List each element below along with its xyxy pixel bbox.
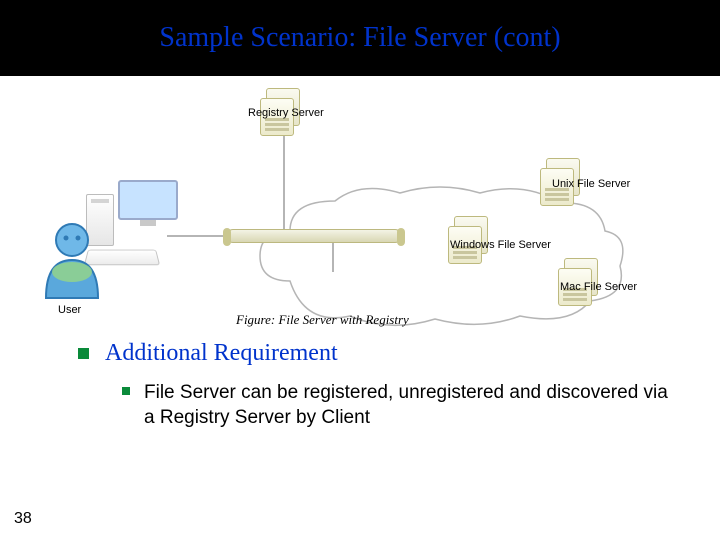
user-avatar-icon [40, 220, 104, 302]
figure-caption: Figure: File Server with Registry [236, 312, 409, 328]
windows-server-label: Windows File Server [450, 239, 551, 251]
bullet-item: File Server can be registered, unregiste… [122, 381, 670, 430]
bus-connector-icon [226, 229, 402, 243]
bullet-text: File Server can be registered, unregiste… [144, 381, 670, 430]
title-bar: Sample Scenario: File Server (cont) [0, 0, 720, 76]
slide-title: Sample Scenario: File Server (cont) [159, 22, 560, 54]
slide-number: 38 [14, 510, 32, 528]
section-heading: Additional Requirement [105, 340, 338, 367]
bullet-square-icon [78, 348, 89, 359]
registry-server-label: Registry Server [248, 107, 324, 119]
bullet-square-icon [122, 387, 130, 395]
mac-server-label: Mac File Server [560, 281, 637, 293]
wire-registry [283, 136, 285, 230]
network-diagram: Registry Server Unix File Server Windows… [0, 76, 720, 336]
user-label: User [58, 304, 81, 316]
user-workstation-icon [40, 180, 180, 300]
slide: Sample Scenario: File Server (cont) Regi… [0, 0, 720, 540]
body-content: Additional Requirement File Server can b… [0, 340, 720, 430]
section-heading-row: Additional Requirement [78, 340, 670, 367]
unix-server-label: Unix File Server [552, 178, 630, 190]
monitor-icon [118, 180, 178, 228]
